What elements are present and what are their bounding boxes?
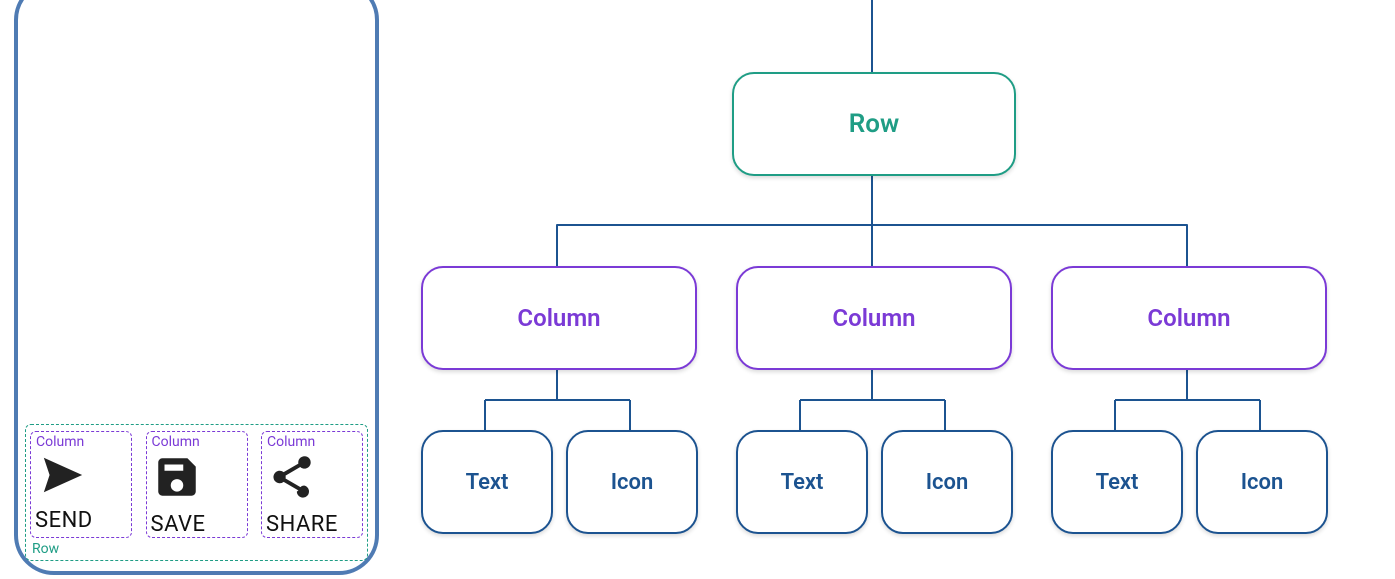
tree-node-text-1: Text [421, 430, 553, 534]
save-caption: SAVE [151, 512, 206, 537]
tree-node-column-1: Column [421, 266, 697, 370]
send-icon [35, 452, 91, 502]
tree-node-row: Row [732, 72, 1016, 176]
tree-node-text-2: Text [736, 430, 868, 534]
column-label: Column [152, 434, 200, 450]
column-label: Column [267, 434, 315, 450]
column-share[interactable]: Column SHARE [261, 431, 363, 538]
tree-node-text-3: Text [1051, 430, 1183, 534]
share-icon [266, 452, 318, 506]
column-label: Column [36, 434, 84, 450]
row-label: Row [32, 541, 59, 557]
column-send[interactable]: Column SEND [30, 431, 132, 538]
column-save[interactable]: Column SAVE [146, 431, 248, 538]
send-caption: SEND [35, 508, 93, 533]
tree-node-icon-2: Icon [881, 430, 1013, 534]
save-icon [151, 452, 203, 506]
row-container: Row Column SEND Column SAVE Column SHARE [25, 424, 368, 561]
tree-node-column-2: Column [736, 266, 1012, 370]
tree-node-icon-1: Icon [566, 430, 698, 534]
tree-node-column-3: Column [1051, 266, 1327, 370]
phone-frame: Row Column SEND Column SAVE Column SHARE [14, 0, 379, 575]
tree-node-icon-3: Icon [1196, 430, 1328, 534]
share-caption: SHARE [266, 512, 338, 537]
widget-tree: Row Column Column Column Text Icon Text … [405, 0, 1385, 579]
